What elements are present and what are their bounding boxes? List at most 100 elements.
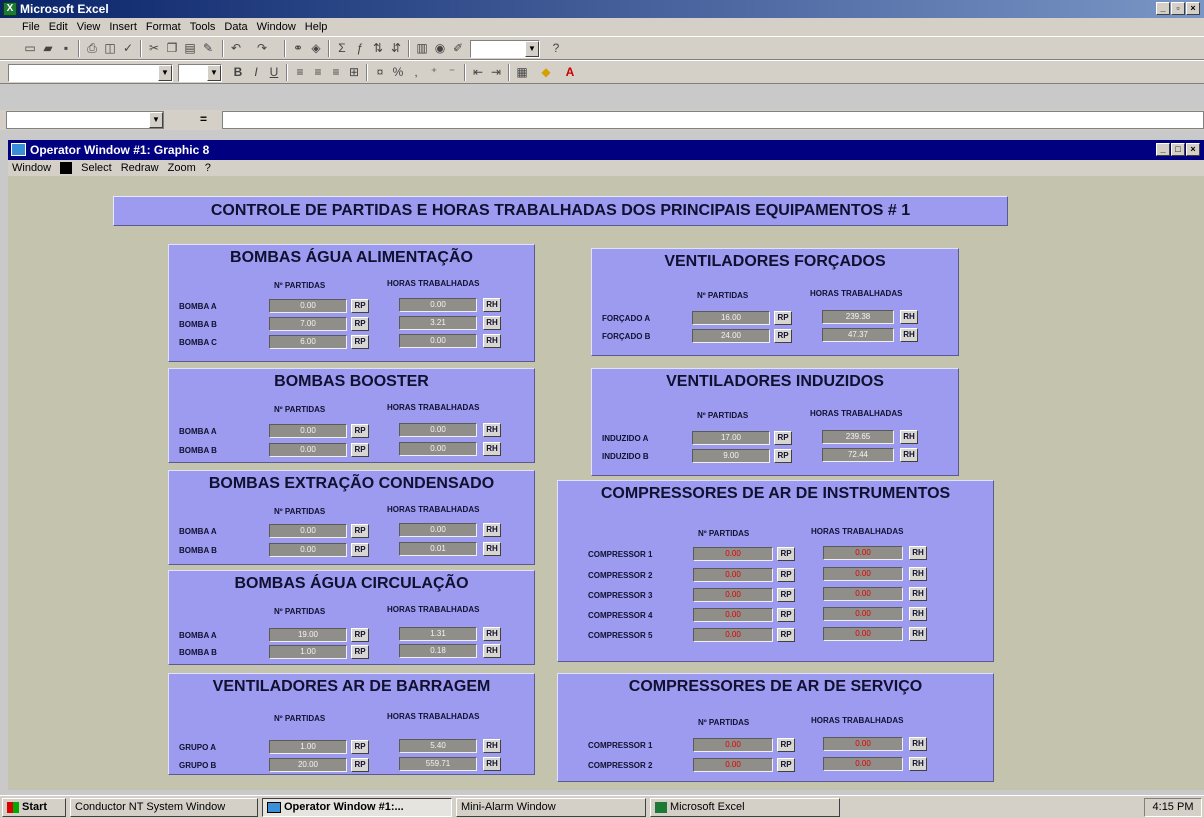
minimize-button[interactable]: _ (1156, 2, 1170, 15)
reset-partidas-button[interactable]: RP (777, 758, 795, 772)
menu-tools[interactable]: Tools (190, 21, 216, 33)
percent-icon[interactable]: % (390, 65, 406, 80)
taskbar-operator-window[interactable]: Operator Window #1:... (262, 798, 452, 817)
reset-horas-button[interactable]: RH (483, 523, 501, 537)
restore-button[interactable]: ▫ (1171, 2, 1185, 15)
reset-partidas-button[interactable]: RP (351, 628, 369, 642)
open-icon[interactable]: ▰ (40, 41, 56, 56)
reset-partidas-button[interactable]: RP (351, 543, 369, 557)
reset-horas-button[interactable]: RH (483, 316, 501, 330)
menu-insert[interactable]: Insert (109, 21, 137, 33)
reset-horas-button[interactable]: RH (900, 430, 918, 444)
align-center-icon[interactable]: ≡ (310, 65, 326, 80)
font-size-combo[interactable]: ▼ (178, 64, 222, 82)
op-menu-select[interactable]: Select (81, 162, 112, 174)
comma-icon[interactable]: , (408, 65, 424, 80)
font-combo[interactable]: ▼ (8, 64, 173, 82)
menu-file[interactable]: File (22, 21, 40, 33)
op-menu-zoom[interactable]: Zoom (168, 162, 196, 174)
sort-descending-icon[interactable]: ⇵ (388, 41, 404, 56)
new-icon[interactable]: ▭ (22, 41, 38, 56)
reset-horas-button[interactable]: RH (483, 442, 501, 456)
op-minimize-button[interactable]: _ (1156, 143, 1170, 156)
op-menu-redraw[interactable]: Redraw (121, 162, 159, 174)
zoom-combo[interactable]: ▼ (470, 40, 540, 58)
help-icon[interactable]: ? (548, 41, 564, 56)
reset-partidas-button[interactable]: RP (351, 740, 369, 754)
menu-data[interactable]: Data (224, 21, 247, 33)
op-menu-help[interactable]: ? (205, 162, 211, 174)
reset-partidas-button[interactable]: RP (351, 317, 369, 331)
fill-color-icon[interactable]: ◆ (538, 65, 554, 80)
reset-partidas-button[interactable]: RP (774, 311, 792, 325)
reset-partidas-button[interactable]: RP (351, 758, 369, 772)
print-icon[interactable]: ⎙ (84, 41, 100, 56)
merge-center-icon[interactable]: ⊞ (346, 65, 362, 80)
drawing-icon[interactable]: ✐ (450, 41, 466, 56)
menu-help[interactable]: Help (305, 21, 328, 33)
reset-partidas-button[interactable]: RP (351, 335, 369, 349)
reset-horas-button[interactable]: RH (909, 546, 927, 560)
spelling-icon[interactable]: ✓ (120, 41, 136, 56)
align-right-icon[interactable]: ≡ (328, 65, 344, 80)
reset-horas-button[interactable]: RH (900, 448, 918, 462)
menu-format[interactable]: Format (146, 21, 181, 33)
reset-horas-button[interactable]: RH (909, 567, 927, 581)
decrease-decimal-icon[interactable]: ⁻ (444, 65, 460, 80)
taskbar-excel[interactable]: Microsoft Excel (650, 798, 840, 817)
start-button[interactable]: Start (2, 798, 66, 817)
reset-partidas-button[interactable]: RP (777, 738, 795, 752)
reset-horas-button[interactable]: RH (483, 644, 501, 658)
reset-partidas-button[interactable]: RP (351, 443, 369, 457)
reset-partidas-button[interactable]: RP (351, 524, 369, 538)
taskbar-conductor[interactable]: Conductor NT System Window (70, 798, 258, 817)
reset-horas-button[interactable]: RH (909, 757, 927, 771)
reset-horas-button[interactable]: RH (483, 542, 501, 556)
web-toolbar-icon[interactable]: ◈ (308, 41, 324, 56)
sort-ascending-icon[interactable]: ⇅ (370, 41, 386, 56)
reset-horas-button[interactable]: RH (483, 423, 501, 437)
align-left-icon[interactable]: ≡ (292, 65, 308, 80)
reset-partidas-button[interactable]: RP (777, 568, 795, 582)
hyperlink-icon[interactable]: ⚭ (290, 41, 306, 56)
cut-icon[interactable]: ✂ (146, 41, 162, 56)
reset-horas-button[interactable]: RH (483, 627, 501, 641)
paste-icon[interactable]: ▤ (182, 41, 198, 56)
reset-partidas-button[interactable]: RP (777, 547, 795, 561)
reset-partidas-button[interactable]: RP (351, 645, 369, 659)
chevron-down-icon[interactable]: ▼ (149, 112, 163, 128)
chart-wizard-icon[interactable]: ▥ (414, 41, 430, 56)
reset-horas-button[interactable]: RH (909, 587, 927, 601)
window-square-icon[interactable] (60, 162, 73, 174)
reset-partidas-button[interactable]: RP (774, 431, 792, 445)
reset-horas-button[interactable]: RH (900, 328, 918, 342)
menu-window[interactable]: Window (257, 21, 296, 33)
currency-icon[interactable]: ¤ (372, 65, 388, 80)
op-menu-window[interactable]: Window (12, 162, 51, 174)
bold-icon[interactable]: B (230, 65, 246, 80)
reset-partidas-button[interactable]: RP (777, 628, 795, 642)
formula-input[interactable] (222, 111, 1204, 129)
increase-indent-icon[interactable]: ⇥ (488, 65, 504, 80)
reset-horas-button[interactable]: RH (483, 739, 501, 753)
reset-partidas-button[interactable]: RP (774, 449, 792, 463)
menu-edit[interactable]: Edit (49, 21, 68, 33)
reset-partidas-button[interactable]: RP (777, 608, 795, 622)
borders-icon[interactable]: ▦ (514, 65, 530, 80)
reset-horas-button[interactable]: RH (909, 737, 927, 751)
reset-horas-button[interactable]: RH (909, 607, 927, 621)
save-icon[interactable]: ▪ (58, 41, 74, 56)
reset-horas-button[interactable]: RH (900, 310, 918, 324)
font-color-icon[interactable]: A (562, 65, 578, 80)
function-icon[interactable]: ƒ (352, 41, 368, 56)
taskbar-mini-alarm[interactable]: Mini-Alarm Window (456, 798, 646, 817)
format-painter-icon[interactable]: ✎ (200, 41, 216, 56)
italic-icon[interactable]: I (248, 65, 264, 80)
autosum-icon[interactable]: Σ (334, 41, 350, 56)
close-button[interactable]: × (1186, 2, 1200, 15)
reset-horas-button[interactable]: RH (909, 627, 927, 641)
name-box[interactable]: ▼ (6, 111, 164, 129)
reset-horas-button[interactable]: RH (483, 757, 501, 771)
op-maximize-button[interactable]: □ (1171, 143, 1185, 156)
increase-decimal-icon[interactable]: ⁺ (426, 65, 442, 80)
